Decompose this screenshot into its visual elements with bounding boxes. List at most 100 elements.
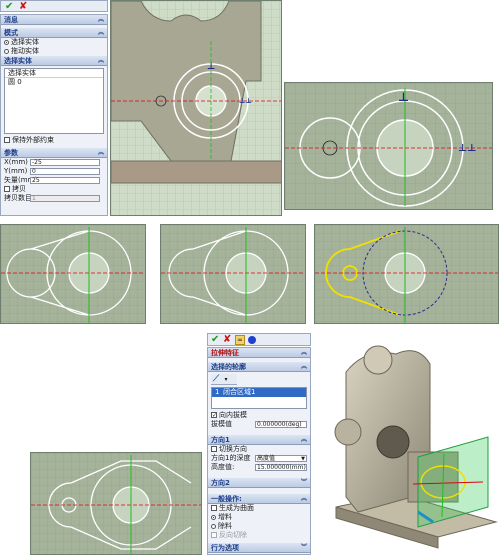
param-y-row: Y(mm) 0 <box>1 167 107 176</box>
switch-direction-checkbox[interactable]: 切换方向 <box>208 445 310 454</box>
profile-header-label: 选择的轮廓 <box>211 363 246 371</box>
step1-canvas[interactable] <box>1 225 146 324</box>
radio-selected-icon[interactable] <box>4 39 9 45</box>
mode-header[interactable]: 模式 ︽ <box>1 28 107 38</box>
sketch-view-step3[interactable] <box>314 224 499 324</box>
height-input[interactable]: 15.000000(mm) <box>255 463 307 471</box>
chevron-up-icon[interactable]: ︽ <box>98 56 104 66</box>
direction1-label: 方向1 <box>211 436 230 444</box>
op-surface-checkbox[interactable]: 生成为曲面 <box>208 504 310 513</box>
behavior-label: 行为选项 <box>211 544 239 552</box>
depth-type-row: 方向1的深度 高度值 ▼ <box>208 454 310 463</box>
op-remove-radio[interactable]: 除料 <box>208 522 310 531</box>
model-3d-canvas[interactable] <box>318 332 499 555</box>
sketch-canvas[interactable]: ⊥ ⊥⊥ <box>111 1 282 216</box>
mode-option-drag[interactable]: 拖动实体 <box>1 47 107 56</box>
param-x-input[interactable]: -25 <box>30 158 100 166</box>
radio-selected-icon[interactable] <box>211 514 216 520</box>
sketch-view-zoom[interactable]: ⊥ ⊥⊥ <box>284 82 493 210</box>
tool-icon[interactable]: ∞ <box>235 335 245 345</box>
chevron-up-icon[interactable]: ︽ <box>301 362 307 372</box>
chevron-down-icon[interactable]: ▾ <box>221 375 231 385</box>
op-add-radio[interactable]: 增料 <box>208 513 310 522</box>
sketch-view-final[interactable] <box>30 452 202 555</box>
profile-item-index: 1 <box>215 388 220 396</box>
op-label: 生成为曲面 <box>219 504 254 512</box>
checkbox-icon[interactable] <box>211 446 217 452</box>
draft-value-input[interactable]: 0.000000(deg) <box>255 420 307 428</box>
ok-check-icon[interactable]: ✔ <box>5 1 13 12</box>
message-header[interactable]: 消息 ︽ <box>1 15 107 25</box>
model-boss-top <box>363 345 393 375</box>
profile-list-item[interactable]: 1 闭合区域1 <box>212 388 306 397</box>
depth-type-select[interactable]: 高度值 ▼ <box>255 454 307 462</box>
mode-option-label: 选择实体 <box>11 38 39 46</box>
radio-icon[interactable] <box>4 48 9 54</box>
param-label: X(mm) <box>4 158 28 166</box>
chevron-up-icon[interactable]: ︽ <box>98 28 104 38</box>
checkbox-checked-icon[interactable]: ✓ <box>211 412 217 419</box>
chevron-up-icon[interactable]: ︽ <box>98 15 104 25</box>
step3-canvas[interactable] <box>315 225 499 324</box>
final-canvas[interactable] <box>31 453 202 555</box>
top-toolbar: ✔ ✘ <box>0 0 108 12</box>
copy-checkbox[interactable]: 拷贝 <box>1 185 107 194</box>
profile-list[interactable]: 1 闭合区域1 <box>211 387 307 409</box>
op-reverse-cut-checkbox[interactable]: 反向切除 <box>208 531 310 540</box>
switch-direction-label: 切换方向 <box>219 445 247 453</box>
dropdown-arrow-icon[interactable]: ▼ <box>301 456 305 462</box>
mode-header-label: 模式 <box>4 29 18 37</box>
general-ops-header[interactable]: 一般操作: ︽ <box>208 494 310 504</box>
line-tool-icon[interactable]: ⟋ <box>211 374 221 384</box>
step2-canvas[interactable] <box>161 225 306 324</box>
checkbox-icon[interactable] <box>4 186 10 192</box>
op-label: 除料 <box>218 522 232 530</box>
select-entity-header[interactable]: 选择实体 ︽ <box>1 56 107 66</box>
entity-list-item[interactable]: 圆 0 <box>5 78 103 87</box>
checkbox-icon[interactable] <box>4 137 10 143</box>
checkbox-icon[interactable] <box>211 505 217 511</box>
param-y-input[interactable]: 0 <box>30 167 100 175</box>
draft-value-row: 拔模值 0.000000(deg) <box>208 420 310 429</box>
chevron-down-icon[interactable]: ︾ <box>301 478 307 488</box>
cancel-x-icon[interactable]: ✘ <box>223 334 231 345</box>
sphere-icon[interactable] <box>248 336 256 344</box>
behavior-header[interactable]: 行为选项 ︾ <box>208 543 310 553</box>
mode-option-select[interactable]: 选择实体 <box>1 38 107 47</box>
param-vector-input[interactable]: 25 <box>30 176 100 184</box>
height-label: 高度值: <box>211 463 235 471</box>
part-base <box>111 160 281 184</box>
checkbox-icon[interactable] <box>211 532 217 538</box>
profile-item-label: 闭合区域1 <box>223 388 256 396</box>
copy-count-label: 拷贝数目 <box>4 194 32 202</box>
entity-list[interactable]: 选择实体 圆 0 <box>4 68 104 134</box>
stretch-toolbar: ✔ ✘ ∞ <box>207 333 311 346</box>
chevron-down-icon[interactable]: ︾ <box>301 543 307 553</box>
sketch-view-step2[interactable] <box>160 224 306 324</box>
chevron-up-icon[interactable]: ︽ <box>301 435 307 445</box>
ok-check-icon[interactable]: ✔ <box>211 334 219 345</box>
copy-count-input[interactable]: 1 <box>30 194 100 202</box>
stretch-title[interactable]: 拉伸特征 ︽ <box>208 348 310 358</box>
cancel-x-icon[interactable]: ✘ <box>19 1 27 12</box>
direction2-header[interactable]: 方向2 ︾ <box>208 478 310 488</box>
copy-label: 拷贝 <box>12 185 26 193</box>
sketch-view-step1[interactable] <box>0 224 146 324</box>
chevron-up-icon[interactable]: ︽ <box>301 494 307 504</box>
height-row: 高度值: 15.000000(mm) <box>208 463 310 472</box>
model-3d-view[interactable] <box>318 332 499 555</box>
chevron-up-icon[interactable]: ︽ <box>98 148 104 158</box>
sketch-view-main[interactable]: ⊥ ⊥⊥ <box>110 0 282 216</box>
zoom-marker-top: ⊥ <box>398 90 409 104</box>
chevron-up-icon[interactable]: ︽ <box>301 348 307 358</box>
direction1-header[interactable]: 方向1 ︽ <box>208 435 310 445</box>
general-ops-label: 一般操作: <box>211 495 242 503</box>
sketch-zoom-canvas[interactable]: ⊥ ⊥⊥ <box>285 83 493 210</box>
param-label: 矢量(mm) <box>4 176 38 184</box>
params-header[interactable]: 参数 ︽ <box>1 148 107 158</box>
radio-icon[interactable] <box>211 523 216 529</box>
depth-type-label: 方向1的深度 <box>211 454 251 462</box>
keep-constraint-checkbox[interactable]: 保持外部约束 <box>1 136 107 145</box>
draft-in-checkbox[interactable]: ✓ 向内拔模 <box>208 411 310 420</box>
profile-header[interactable]: 选择的轮廓 ︽ <box>208 362 310 372</box>
